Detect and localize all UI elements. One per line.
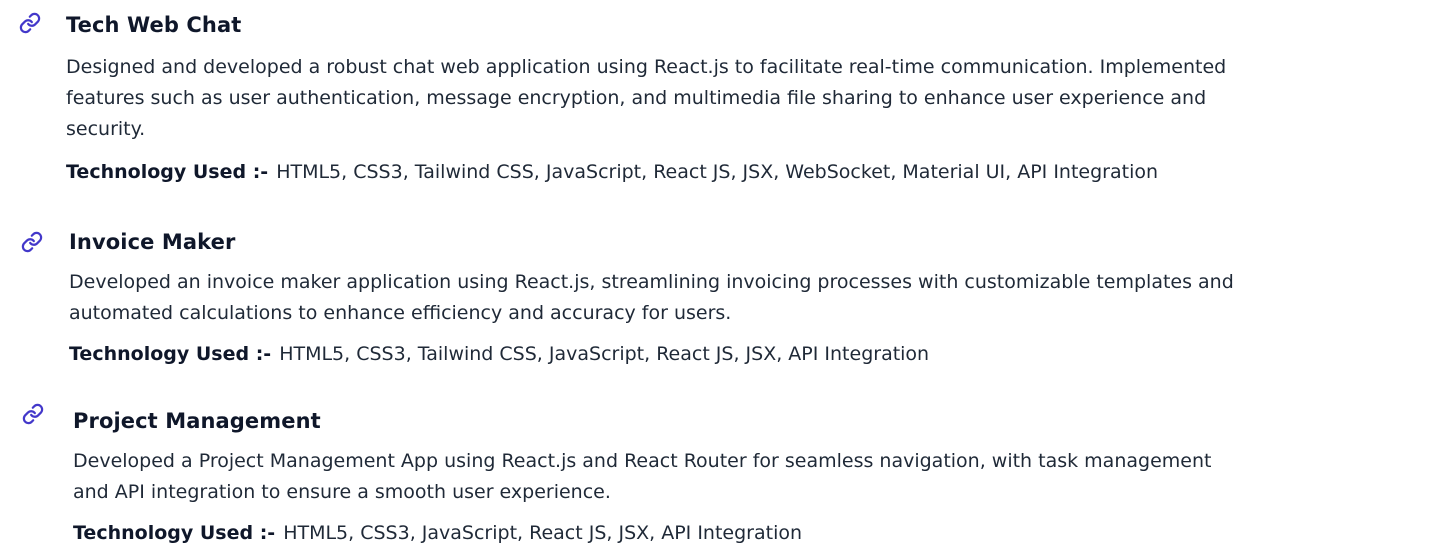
technology-used: Technology Used :- HTML5, CSS3, Tailwind … [66, 161, 1158, 183]
technology-list: HTML5, CSS3, Tailwind CSS, JavaScript, R… [276, 161, 1159, 183]
description-line: Developed an invoice maker application u… [69, 271, 1234, 293]
description-line: Developed a Project Management App using… [73, 450, 1212, 472]
description-line: features such as user authentication, me… [66, 87, 1207, 109]
technology-list: HTML5, CSS3, JavaScript, React JS, JSX, … [283, 522, 803, 544]
description-line: Designed and developed a robust chat web… [66, 56, 1227, 78]
technology-label: Technology Used :- [73, 522, 276, 544]
technology-list: HTML5, CSS3, Tailwind CSS, JavaScript, R… [279, 343, 930, 365]
technology-used: Technology Used :- HTML5, CSS3, JavaScrip… [73, 522, 802, 544]
project-description: Developed an invoice maker application u… [69, 267, 1234, 329]
description-line: security. [66, 118, 146, 140]
technology-label: Technology Used :- [69, 343, 272, 365]
project-title: Project Management [73, 409, 321, 433]
project-title: Tech Web Chat [66, 13, 242, 37]
project-description: Designed and developed a robust chat web… [66, 52, 1226, 145]
project-title: Invoice Maker [69, 230, 236, 254]
description-line: and API integration to ensure a smooth u… [73, 481, 611, 503]
technology-used: Technology Used :- HTML5, CSS3, Tailwind … [69, 343, 929, 365]
link-icon[interactable] [19, 12, 41, 34]
link-icon[interactable] [21, 231, 43, 253]
project-description: Developed a Project Management App using… [73, 446, 1211, 508]
description-line: automated calculations to enhance effici… [69, 302, 732, 324]
link-icon[interactable] [22, 403, 44, 425]
technology-label: Technology Used :- [66, 161, 269, 183]
